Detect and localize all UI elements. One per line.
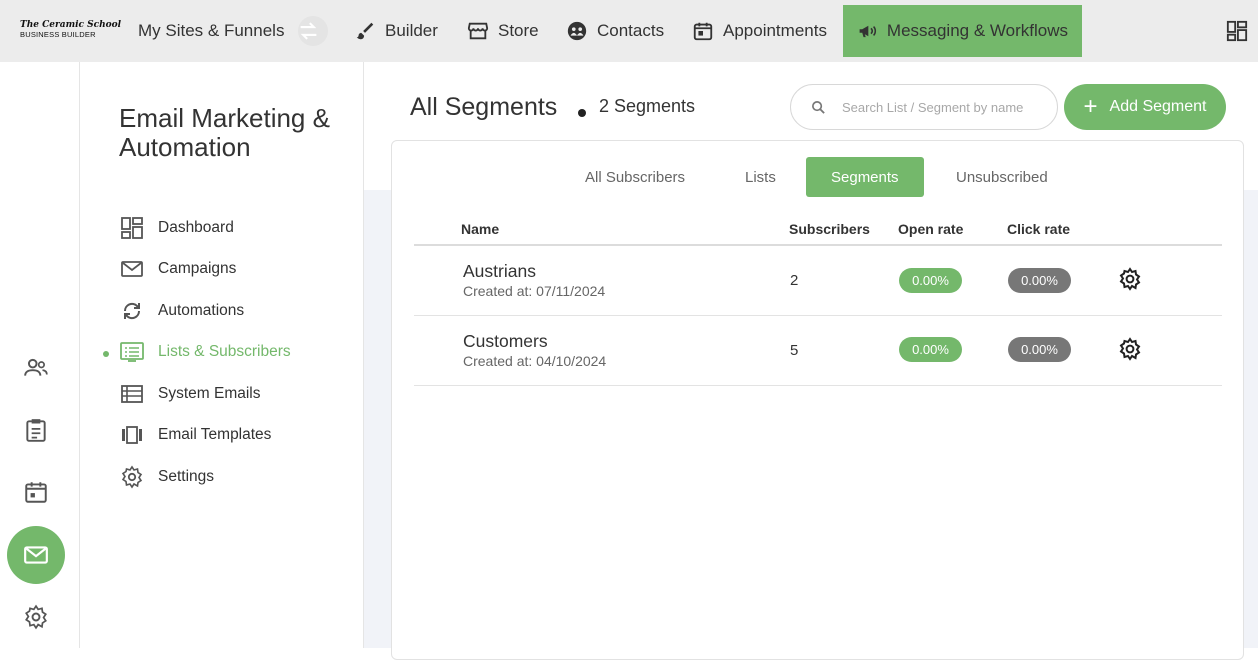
gear-icon[interactable] bbox=[1118, 267, 1142, 291]
envelope-rail-icon bbox=[24, 546, 48, 564]
segment-created-date: Created at: 04/10/2024 bbox=[463, 353, 607, 369]
megaphone-icon bbox=[859, 25, 877, 38]
menu-item-settings[interactable]: Settings bbox=[120, 464, 214, 490]
dashboard-icon bbox=[121, 217, 143, 239]
email-side-menu: Email Marketing & Automation Dashboard C… bbox=[80, 62, 364, 648]
menu-item-label: Campaigns bbox=[158, 260, 237, 277]
table-header-divider bbox=[414, 244, 1222, 246]
segment-subscriber-count: 2 bbox=[790, 272, 799, 289]
active-indicator-dot bbox=[103, 351, 109, 357]
nav-builder[interactable]: Builder bbox=[354, 5, 438, 57]
plus-icon: + bbox=[1083, 93, 1098, 120]
settings-rail-icon[interactable] bbox=[23, 604, 49, 630]
search-icon bbox=[812, 100, 825, 114]
segments-card: All Subscribers Lists Segments Unsubscri… bbox=[391, 140, 1244, 660]
left-rail bbox=[0, 62, 80, 648]
sync-icon bbox=[123, 302, 141, 320]
nav-appointments[interactable]: Appointments bbox=[692, 5, 827, 57]
column-header-name: Name bbox=[461, 221, 500, 237]
menu-item-label: Lists & Subscribers bbox=[158, 343, 291, 360]
list-lines-icon bbox=[121, 385, 143, 403]
row-divider bbox=[414, 385, 1222, 386]
nav-builder-label: Builder bbox=[385, 21, 438, 40]
carousel-icon bbox=[122, 426, 142, 444]
nav-contacts-label: Contacts bbox=[597, 21, 665, 40]
calendar-rail-icon[interactable] bbox=[23, 479, 49, 505]
logo-line-2: BUSINESS BUILDER bbox=[20, 30, 96, 39]
open-rate-badge: 0.00% bbox=[899, 337, 962, 362]
menu-item-campaigns[interactable]: Campaigns bbox=[120, 256, 236, 282]
menu-item-label: System Emails bbox=[158, 385, 261, 402]
tab-unsubscribed[interactable]: Unsubscribed bbox=[956, 157, 1048, 197]
nav-my-sites-funnels[interactable]: My Sites & Funnels bbox=[138, 5, 329, 57]
gear-icon[interactable] bbox=[1118, 337, 1142, 361]
menu-item-label: Email Templates bbox=[158, 426, 272, 443]
nav-appointments-label: Appointments bbox=[723, 21, 827, 40]
contacts-rail-icon[interactable] bbox=[23, 355, 49, 381]
segment-count: 2 Segments bbox=[599, 96, 696, 116]
column-header-subscribers: Subscribers bbox=[789, 221, 870, 237]
brand-logo[interactable]: The Ceramic School BUSINESS BUILDER bbox=[20, 20, 122, 39]
subscriber-tabs: All Subscribers Lists Segments Unsubscri… bbox=[392, 157, 1245, 197]
email-rail-button[interactable] bbox=[7, 526, 65, 584]
menu-item-label: Settings bbox=[158, 468, 215, 485]
menu-item-label: Automations bbox=[158, 302, 245, 319]
click-rate-badge: 0.00% bbox=[1008, 268, 1071, 293]
logo-line-1: The Ceramic School bbox=[20, 20, 122, 30]
segment-name[interactable]: Customers bbox=[463, 331, 548, 352]
nav-messaging-label: Messaging & Workflows bbox=[886, 21, 1068, 40]
nav-store[interactable]: Store bbox=[467, 5, 539, 57]
tab-lists[interactable]: Lists bbox=[745, 157, 776, 197]
menu-item-label: Dashboard bbox=[158, 219, 234, 236]
search-input[interactable] bbox=[842, 99, 1042, 115]
tab-all-subscribers[interactable]: All Subscribers bbox=[585, 157, 685, 197]
nav-store-label: Store bbox=[498, 21, 539, 40]
menu-item-system-emails[interactable]: System Emails bbox=[120, 381, 261, 407]
contacts-icon bbox=[567, 21, 587, 41]
page-title: All Segments bbox=[410, 93, 558, 121]
menu-item-email-templates[interactable]: Email Templates bbox=[120, 422, 271, 448]
search-box[interactable] bbox=[790, 84, 1058, 130]
main-content: All Segments 2 Segments + Add Segment Al… bbox=[364, 62, 1258, 660]
add-segment-button[interactable]: + Add Segment bbox=[1064, 84, 1226, 130]
menu-item-automations[interactable]: Automations bbox=[120, 298, 244, 324]
apps-grid-icon[interactable] bbox=[1226, 20, 1248, 42]
menu-item-lists-subscribers[interactable]: Lists & Subscribers bbox=[120, 339, 291, 365]
menu-item-dashboard[interactable]: Dashboard bbox=[120, 215, 234, 241]
segment-name[interactable]: Austrians bbox=[463, 261, 536, 282]
segment-created-date: Created at: 07/11/2024 bbox=[463, 283, 606, 299]
count-separator-dot bbox=[578, 109, 586, 117]
row-divider bbox=[414, 315, 1222, 316]
swap-icon[interactable] bbox=[298, 16, 329, 46]
open-rate-badge: 0.00% bbox=[899, 268, 962, 293]
envelope-icon bbox=[121, 261, 143, 277]
side-menu-title: Email Marketing & Automation bbox=[119, 103, 330, 162]
brush-icon bbox=[356, 22, 374, 40]
nav-contacts[interactable]: Contacts bbox=[566, 5, 664, 57]
nav-my-sites-label: My Sites & Funnels bbox=[138, 21, 285, 40]
column-header-open-rate: Open rate bbox=[898, 221, 964, 237]
store-icon bbox=[467, 22, 489, 40]
click-rate-badge: 0.00% bbox=[1008, 337, 1071, 362]
tab-segments[interactable]: Segments bbox=[806, 157, 924, 197]
add-segment-label: Add Segment bbox=[1109, 98, 1207, 115]
column-header-click-rate: Click rate bbox=[1007, 221, 1071, 237]
segment-subscriber-count: 5 bbox=[790, 342, 799, 359]
top-navbar: The Ceramic School BUSINESS BUILDER My S… bbox=[0, 0, 1258, 62]
calendar-icon bbox=[693, 22, 713, 41]
nav-messaging-workflows[interactable]: Messaging & Workflows bbox=[843, 5, 1082, 57]
clipboard-rail-icon[interactable] bbox=[23, 417, 49, 443]
gear-icon bbox=[121, 465, 143, 489]
list-icon bbox=[120, 342, 144, 362]
